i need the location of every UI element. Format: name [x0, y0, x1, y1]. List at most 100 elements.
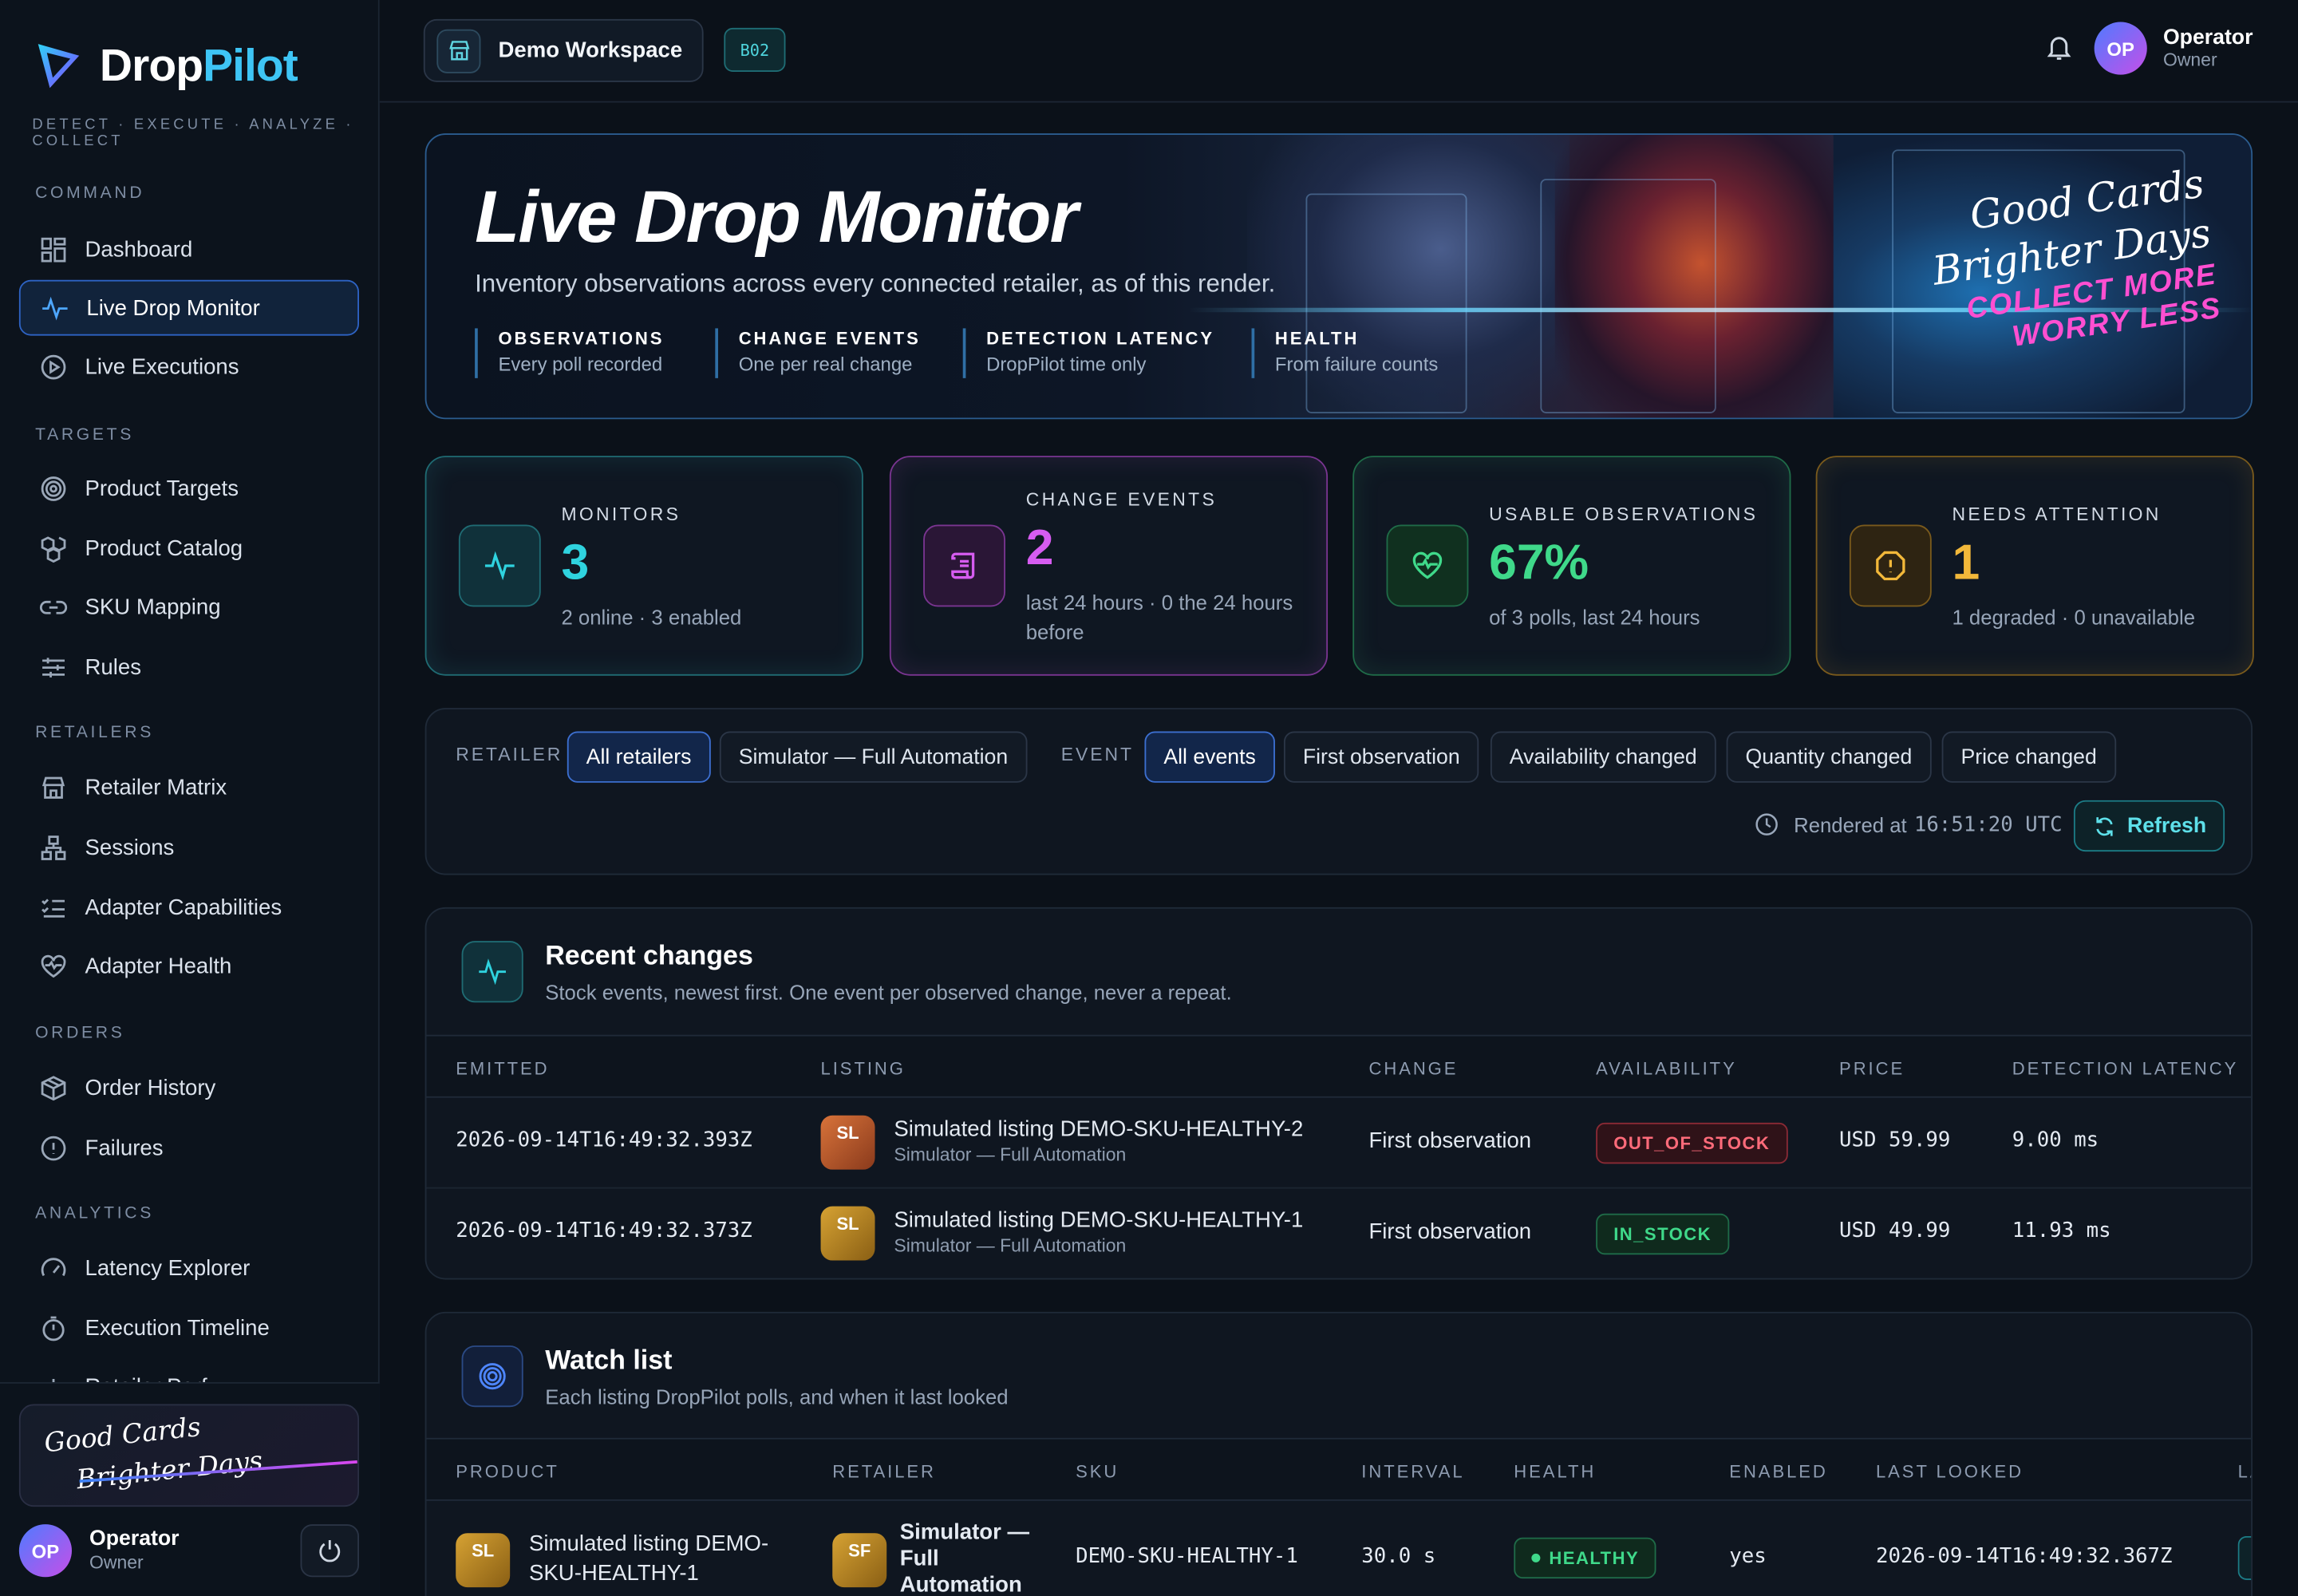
cell-sku: DEMO-SKU-HEALTHY-1: [1076, 1544, 1298, 1569]
sidebar-item-sessions[interactable]: Sessions: [19, 820, 359, 875]
stat-value: 3: [561, 535, 590, 591]
sidebar-item-retailer-matrix[interactable]: Retailer Matrix: [19, 759, 359, 815]
pulse-icon: [461, 941, 523, 1003]
sidebar-item-dashboard[interactable]: Dashboard: [19, 221, 359, 277]
listing-retailer: Simulator — Full Automation: [894, 1144, 1127, 1166]
refresh-icon: [2095, 816, 2112, 836]
sidebar-item-label: Adapter Health: [85, 953, 232, 978]
page-title: Live Drop Monitor: [475, 176, 1078, 259]
product-thumbnail: SL: [456, 1533, 511, 1588]
panel-subtitle: Each listing DropPilot polls, and when i…: [545, 1385, 1009, 1409]
sidebar-item-order-history[interactable]: Order History: [19, 1060, 359, 1116]
sidebar-item-label: Adapter Capabilities: [85, 895, 282, 920]
stat-label: MONITORS: [561, 504, 681, 525]
column-header[interactable]: LA: [2238, 1461, 2252, 1482]
event-filter-all[interactable]: All events: [1144, 731, 1275, 783]
column-header[interactable]: INTERVAL: [1361, 1461, 1464, 1482]
table-row[interactable]: SL Simulated listing DEMO-SKU-HEALTHY-1 …: [426, 1501, 2252, 1596]
hero-pill-detection-latency: DETECTION LATENCY DropPilot time only: [962, 328, 1214, 378]
column-header[interactable]: PRODUCT: [456, 1461, 559, 1482]
column-header[interactable]: RETAILER: [832, 1461, 936, 1482]
notifications-button[interactable]: [2044, 32, 2074, 61]
brand-logo[interactable]: DropPilot: [35, 38, 298, 94]
sidebar-user[interactable]: OP Operator Owner: [18, 1521, 359, 1579]
retailer-thumbnail: SF: [832, 1533, 887, 1588]
listing-name: Simulated listing DEMO-SKU-HEALTHY-2: [894, 1116, 1304, 1142]
stat-label: CHANGE EVENTS: [1025, 489, 1218, 511]
column-header[interactable]: LISTING: [821, 1058, 906, 1079]
section-retailers: RETAILERS: [35, 724, 154, 742]
sidebar-item-live-executions[interactable]: Live Executions: [19, 338, 359, 394]
table-row[interactable]: 2026-09-14T16:49:32.393Z SL Simulated li…: [426, 1098, 2252, 1189]
status-badge: IN_STOCK: [1596, 1213, 1730, 1255]
store-icon: [41, 776, 65, 798]
column-header[interactable]: HEALTH: [1514, 1461, 1596, 1482]
health-badge: HEALTHY: [1514, 1537, 1657, 1579]
promo-banner: Good Cards Brighter Days: [18, 1404, 359, 1507]
user-menu[interactable]: OP Operator Owner: [2094, 22, 2253, 75]
column-header[interactable]: EMITTED: [456, 1058, 549, 1079]
heart-pulse-icon: [1386, 524, 1469, 607]
sidebar-item-product-catalog[interactable]: Product Catalog: [19, 520, 359, 576]
logout-button[interactable]: [300, 1524, 359, 1578]
retailer-filter-all[interactable]: All retailers: [567, 731, 711, 783]
event-filter-quantity-changed[interactable]: Quantity changed: [1726, 731, 1932, 783]
sidebar-item-label: Rules: [85, 654, 141, 680]
sidebar-item-rules[interactable]: Rules: [19, 639, 359, 695]
workspace-switcher[interactable]: Demo Workspace: [423, 18, 704, 82]
column-header[interactable]: SKU: [1076, 1461, 1119, 1482]
package-icon: [41, 1075, 66, 1100]
column-header[interactable]: LAST LOOKED: [1876, 1461, 2024, 1482]
section-orders: ORDERS: [35, 1024, 125, 1042]
row-action-button[interactable]: [2237, 1535, 2252, 1580]
retailer-filter-simulator[interactable]: Simulator — Full Automation: [719, 731, 1028, 783]
refresh-button[interactable]: Refresh: [2073, 800, 2225, 852]
column-header[interactable]: ENABLED: [1729, 1461, 1827, 1482]
column-header[interactable]: DETECTION LATENCY: [2012, 1058, 2238, 1079]
avatar: OP: [18, 1524, 72, 1578]
sidebar-item-label: Product Catalog: [85, 535, 243, 561]
workspace-code-badge: B02: [724, 27, 786, 72]
sidebar-item-adapter-capabilities[interactable]: Adapter Capabilities: [19, 879, 359, 935]
sidebar-item-label: Retailer Matrix: [85, 774, 227, 800]
sidebar-item-live-drop-monitor[interactable]: Live Drop Monitor: [18, 279, 359, 336]
retailer-filter-label: RETAILER: [456, 745, 563, 765]
stat-note: of 3 polls, last 24 hours: [1489, 605, 1700, 629]
pill-key: DETECTION LATENCY: [986, 328, 1214, 350]
sidebar-item-label: Live Drop Monitor: [86, 295, 260, 321]
stat-card-usable-observations[interactable]: USABLE OBSERVATIONS 67% of 3 polls, last…: [1352, 456, 1791, 676]
cell-listing[interactable]: Simulated listing DEMO-SKU-HEALTHY-2 Sim…: [894, 1117, 1303, 1166]
event-filter-price-changed[interactable]: Price changed: [1941, 731, 2116, 783]
sidebar-item-sku-mapping[interactable]: SKU Mapping: [19, 579, 359, 634]
sidebar-item-label: Dashboard: [85, 236, 193, 262]
event-filter-first-observation[interactable]: First observation: [1283, 731, 1479, 783]
clock-icon: [1755, 813, 1778, 836]
user-role: Owner: [89, 1552, 144, 1573]
sidebar-item-product-targets[interactable]: Product Targets: [19, 460, 359, 516]
table-header: PRODUCT RETAILER SKU INTERVAL HEALTH ENA…: [426, 1437, 2252, 1501]
stat-card-monitors[interactable]: MONITORS 3 2 online · 3 enabled: [424, 456, 863, 676]
column-header[interactable]: CHANGE: [1368, 1058, 1458, 1079]
stat-card-change-events[interactable]: CHANGE EVENTS 2 last 24 hours · 0 the 24…: [889, 456, 1329, 676]
table-row[interactable]: 2026-09-14T16:49:32.373Z SL Simulated li…: [426, 1189, 2251, 1278]
column-header[interactable]: PRICE: [1839, 1058, 1905, 1079]
stat-value: 67%: [1489, 535, 1589, 591]
event-filter-availability-changed[interactable]: Availability changed: [1490, 731, 1716, 783]
cell-listing[interactable]: Simulated listing DEMO-SKU-HEALTHY-1 Sim…: [894, 1207, 1303, 1256]
cell-product[interactable]: Simulated listing DEMO-SKU-HEALTHY-1: [529, 1531, 793, 1589]
stat-card-needs-attention[interactable]: NEEDS ATTENTION 1 1 degraded · 0 unavail…: [1815, 456, 2254, 676]
column-header[interactable]: AVAILABILITY: [1596, 1058, 1737, 1079]
sidebar-item-execution-timeline[interactable]: Execution Timeline: [19, 1300, 359, 1356]
sidebar-item-failures[interactable]: Failures: [19, 1120, 359, 1175]
sidebar-item-adapter-health[interactable]: Adapter Health: [19, 938, 359, 994]
stat-note: last 24 hours · 0 the 24 hours before: [1025, 591, 1293, 644]
target-icon: [41, 476, 66, 500]
boxes-icon: [41, 535, 66, 563]
cell-retailer: Simulator — Full Automation: [899, 1519, 1030, 1596]
hero-banner: Live Drop Monitor Inventory observations…: [424, 133, 2253, 420]
sidebar-item-latency-explorer[interactable]: Latency Explorer: [19, 1240, 359, 1296]
user-name: Operator: [89, 1527, 180, 1551]
cell-change: First observation: [1368, 1128, 1532, 1154]
store-icon: [436, 28, 481, 73]
link-icon: [39, 600, 68, 614]
